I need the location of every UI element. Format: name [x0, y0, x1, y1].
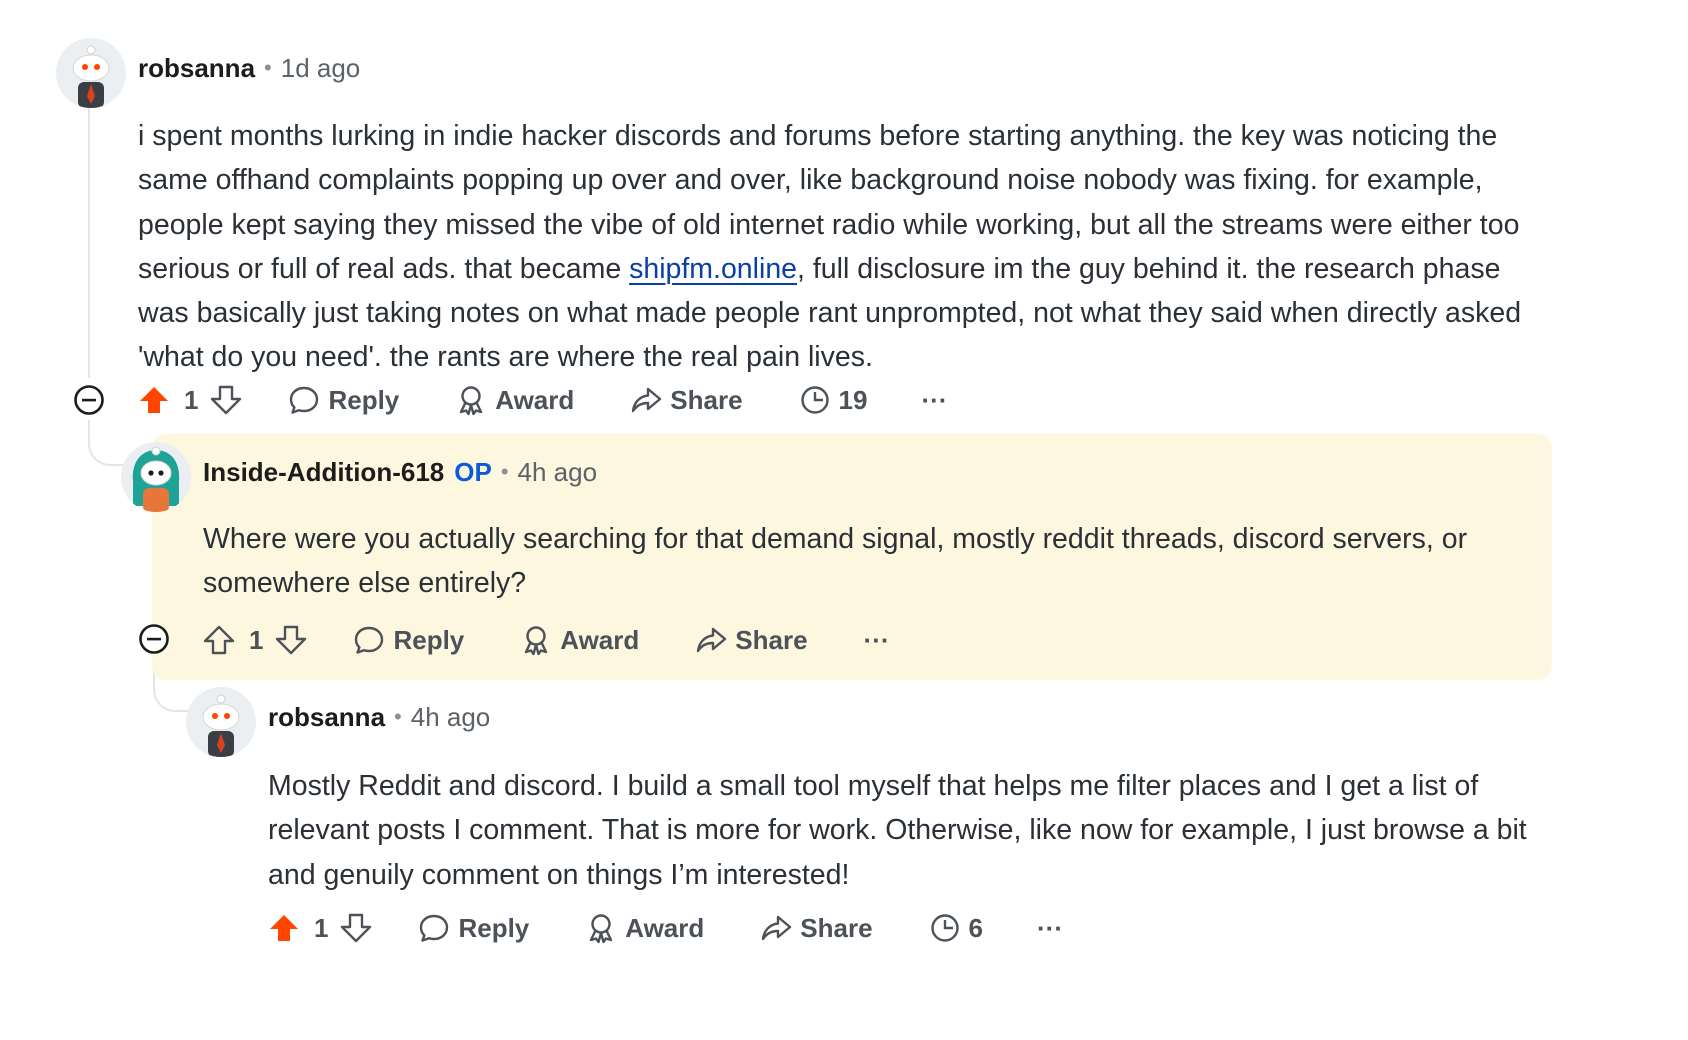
collapse-thread-button[interactable] — [138, 623, 170, 655]
upvote-button[interactable] — [268, 912, 300, 944]
author-name[interactable]: Inside-Addition-618 — [203, 457, 444, 488]
award-button[interactable]: Award — [520, 624, 639, 656]
timestamp[interactable]: 4h ago — [518, 457, 598, 488]
more-icon: ··· — [863, 624, 890, 655]
downvote-icon — [341, 913, 372, 943]
comment-link[interactable]: shipfm.online — [629, 253, 797, 285]
timestamp[interactable]: 1d ago — [281, 53, 361, 84]
op-badge: OP — [454, 456, 492, 487]
award-button[interactable]: Award — [585, 912, 704, 944]
more-options-button[interactable]: ··· — [1037, 913, 1063, 944]
share-icon — [632, 387, 662, 413]
award-button[interactable]: Award — [455, 384, 574, 416]
views-count: 6 — [968, 912, 984, 943]
more-options-button[interactable]: ··· — [921, 385, 947, 416]
award-icon — [460, 386, 483, 416]
upvote-button[interactable] — [138, 384, 170, 416]
snoo-avatar-suit — [56, 38, 126, 108]
separator-dot: • — [394, 704, 402, 729]
more-icon: ··· — [921, 384, 948, 415]
timestamp[interactable]: 4h ago — [411, 702, 491, 733]
share-button[interactable]: Share — [630, 384, 743, 416]
award-label: Award — [625, 912, 705, 943]
more-options-button[interactable]: ··· — [864, 625, 890, 656]
share-icon — [762, 915, 792, 941]
vote-count: 1 — [314, 912, 329, 943]
snoo-avatar-suit — [186, 687, 256, 757]
comment-meta: robsanna • 1d ago — [138, 50, 360, 86]
share-icon — [697, 627, 727, 653]
downvote-button[interactable] — [340, 912, 372, 944]
reply-icon — [420, 914, 449, 942]
user-avatar[interactable] — [121, 442, 191, 512]
thread-connector — [88, 420, 124, 466]
comment-actions: 1 Reply Award Share 6 ··· — [268, 906, 1063, 950]
reply-icon — [355, 626, 384, 654]
reply-label: Reply — [393, 624, 465, 655]
reply-label: Reply — [458, 912, 530, 943]
comment-body: Where were you actually searching for th… — [203, 523, 1468, 600]
reply-button[interactable]: Reply — [418, 912, 529, 944]
reply-button[interactable]: Reply — [288, 384, 399, 416]
snoo-avatar-teal-hair — [121, 442, 191, 512]
reply-button[interactable]: Reply — [353, 624, 464, 656]
comment-body: Mostly Reddit and discord. I build a sma… — [268, 770, 1527, 891]
views-counter[interactable]: 6 — [929, 912, 983, 944]
comment-meta: robsanna • 4h ago — [268, 699, 490, 735]
share-button[interactable]: Share — [695, 624, 808, 656]
author-name[interactable]: robsanna — [268, 702, 385, 733]
upvote-icon — [203, 625, 235, 655]
comment-body: i spent months lurking in indie hacker d… — [138, 114, 1543, 380]
author-name[interactable]: robsanna — [138, 53, 255, 84]
more-icon: ··· — [1037, 912, 1063, 943]
collapse-thread-button[interactable] — [73, 384, 105, 416]
views-clock-icon — [800, 386, 829, 414]
separator-dot: • — [500, 459, 509, 484]
share-button[interactable]: Share — [760, 912, 873, 944]
user-avatar[interactable] — [56, 38, 126, 108]
upvote-button[interactable] — [203, 624, 235, 656]
upvote-icon — [270, 915, 298, 941]
separator-dot: • — [264, 55, 272, 80]
share-label: Share — [670, 384, 743, 415]
comment-actions: 1 Reply Award Share 19 ··· — [138, 378, 947, 422]
views-count: 19 — [838, 384, 868, 415]
award-label: Award — [560, 624, 640, 655]
thread-line — [88, 108, 90, 378]
downvote-button[interactable] — [210, 384, 242, 416]
share-label: Share — [735, 624, 808, 655]
user-avatar[interactable] — [186, 687, 256, 757]
comment-actions: 1 Reply Award Share ··· — [203, 618, 890, 662]
downvote-icon — [276, 625, 307, 655]
reply-icon — [290, 386, 319, 414]
award-label: Award — [495, 384, 575, 415]
vote-count: 1 — [249, 624, 264, 655]
share-label: Share — [800, 912, 873, 943]
award-icon — [590, 914, 613, 944]
downvote-icon — [211, 385, 242, 415]
downvote-button[interactable] — [275, 624, 307, 656]
upvote-icon — [140, 387, 168, 413]
vote-count: 1 — [184, 384, 199, 415]
views-counter[interactable]: 19 — [799, 384, 868, 416]
comment-meta: Inside-Addition-618 OP • 4h ago — [203, 454, 597, 490]
reply-label: Reply — [328, 384, 400, 415]
award-icon — [525, 626, 548, 656]
views-clock-icon — [930, 914, 959, 942]
